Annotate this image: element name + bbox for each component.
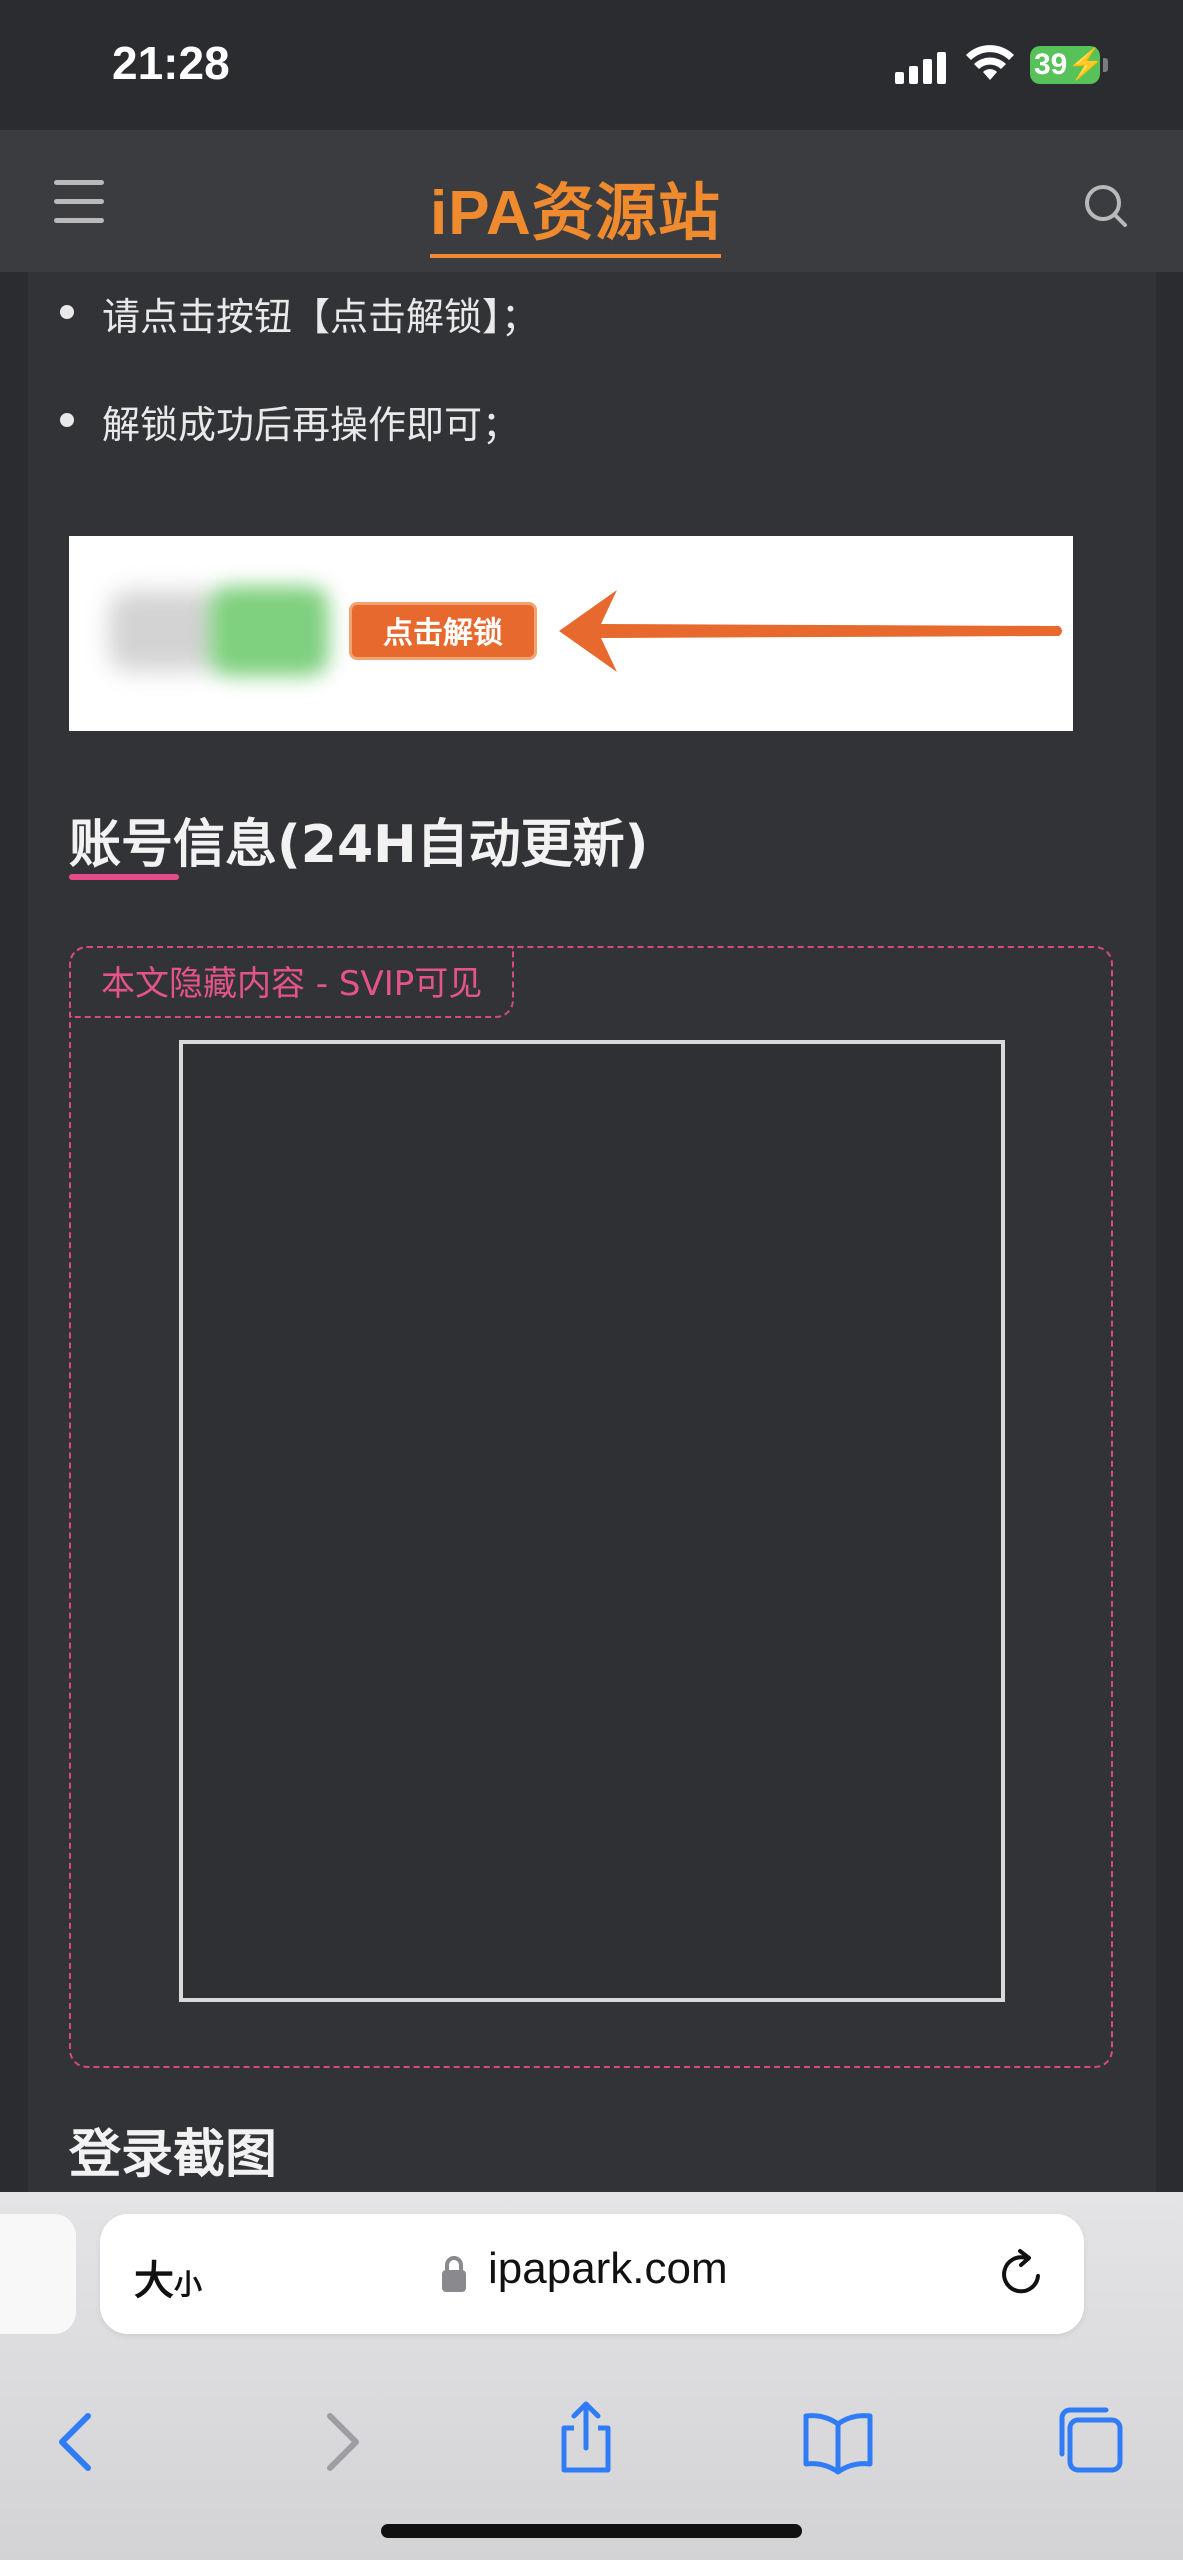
blurred-shape bbox=[109, 591, 219, 671]
hidden-content-box: 本文隐藏内容 - SVIP可见 bbox=[69, 946, 1113, 2068]
list-item: 解锁成功后再操作即可； bbox=[60, 394, 521, 449]
home-indicator bbox=[381, 2524, 802, 2538]
forward-icon[interactable] bbox=[298, 2402, 378, 2482]
site-logo[interactable]: iPA资源站 bbox=[430, 162, 721, 258]
article-card: 请点击按钮【点击解锁】； 解锁成功后再操作即可； 点击解锁 账号信息(24H自动… bbox=[28, 272, 1156, 2192]
hamburger-menu-icon[interactable] bbox=[54, 180, 104, 224]
browser-bottom-bar: 大小 ipapark.com bbox=[0, 2192, 1183, 2560]
battery-cap bbox=[1103, 58, 1108, 72]
text-size-button[interactable]: 大小 bbox=[134, 2248, 202, 2306]
bookmarks-icon[interactable] bbox=[798, 2402, 878, 2482]
login-screenshot-title: 登录截图 bbox=[69, 2125, 278, 2185]
cellular-signal-icon bbox=[895, 52, 946, 84]
account-info-title: 账号信息(24H自动更新) bbox=[69, 815, 649, 875]
previous-tab-preview[interactable] bbox=[0, 2214, 76, 2334]
tabs-icon[interactable] bbox=[1050, 2400, 1130, 2480]
hidden-content-placeholder bbox=[179, 1040, 1005, 2002]
title-underline bbox=[69, 874, 179, 880]
bullet-dot bbox=[60, 413, 74, 427]
site-header: iPA资源站 bbox=[0, 130, 1183, 272]
battery-indicator: 39⚡ bbox=[1030, 46, 1110, 84]
wifi-icon bbox=[966, 45, 1014, 80]
lock-icon bbox=[442, 2256, 466, 2292]
reload-icon[interactable] bbox=[996, 2248, 1048, 2300]
battery-level: 39⚡ bbox=[1030, 46, 1105, 84]
unlock-button-illustration: 点击解锁 bbox=[349, 602, 537, 660]
bullet-dot bbox=[60, 305, 74, 319]
status-time: 21:28 bbox=[112, 37, 230, 89]
back-icon[interactable] bbox=[40, 2402, 120, 2482]
list-item-text: 请点击按钮【点击解锁】； bbox=[102, 295, 540, 339]
unlock-instruction-image: 点击解锁 bbox=[69, 536, 1073, 731]
arrow-left-icon bbox=[559, 590, 1062, 672]
status-bar: 21:28 39⚡ bbox=[0, 0, 1183, 130]
svip-hidden-notice: 本文隐藏内容 - SVIP可见 bbox=[69, 946, 515, 1018]
list-item-text: 解锁成功后再操作即可； bbox=[102, 403, 521, 447]
list-item: 请点击按钮【点击解锁】； bbox=[60, 286, 540, 341]
share-icon[interactable] bbox=[546, 2398, 626, 2478]
blurred-shape bbox=[209, 586, 329, 676]
search-icon[interactable] bbox=[1082, 182, 1128, 228]
address-bar[interactable]: 大小 ipapark.com bbox=[100, 2214, 1084, 2334]
url-text: ipapark.com bbox=[488, 2244, 728, 2293]
